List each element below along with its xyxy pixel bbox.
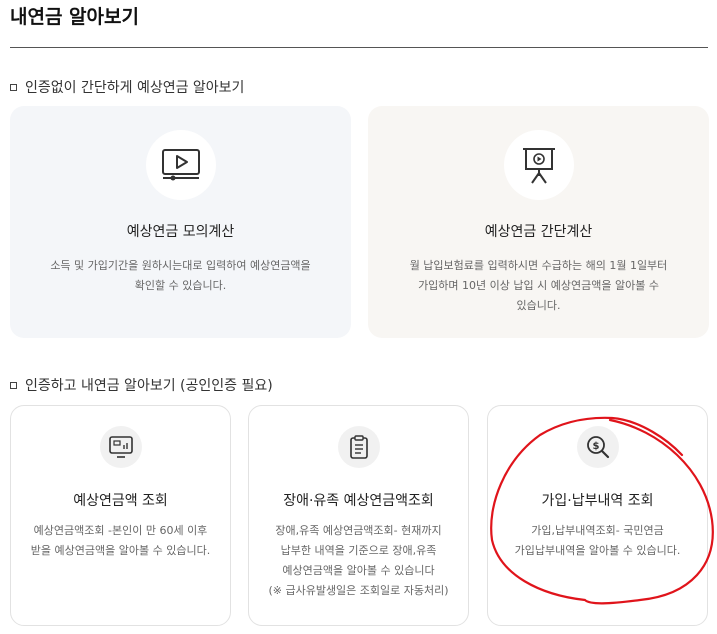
card-description: 가입,납부내역조회- 국민연금 가입납부내역을 알아볼 수 있습니다. xyxy=(514,524,681,557)
card-description: 소득 및 가입기간을 원하시는대로 입력하여 예상연금액을 확인할 수 있습니다… xyxy=(50,259,311,292)
card-title: 장애·유족 예상연금액조회 xyxy=(283,493,434,509)
section-heading-no-auth: 인증없이 간단하게 예상연금 알아보기 xyxy=(10,77,244,97)
video-play-icon xyxy=(146,130,216,200)
page-title: 내연금 알아보기 xyxy=(10,6,139,28)
svg-text:$: $ xyxy=(593,441,600,452)
card-title: 예상연금액 조회 xyxy=(73,493,168,509)
section-heading-with-auth: 인증하고 내연금 알아보기 (공인인증 필요) xyxy=(10,375,273,395)
card-title: 가입·납부내역 조회 xyxy=(541,493,654,509)
square-bullet-icon xyxy=(10,382,17,389)
clipboard-list-icon xyxy=(338,426,380,468)
monitor-chart-icon xyxy=(100,426,142,468)
title-divider xyxy=(10,47,708,48)
section-heading-label: 인증하고 내연금 알아보기 (공인인증 필요) xyxy=(25,378,273,394)
card-pension-simulation[interactable]: 예상연금 모의계산 소득 및 가입기간을 원하시는대로 입력하여 예상연금액을 … xyxy=(10,106,351,338)
square-bullet-icon xyxy=(10,84,17,91)
card-disability-survivor-inquiry[interactable]: 장애·유족 예상연금액조회 장애,유족 예상연금액조회- 현재까지 납부한 내역… xyxy=(248,405,469,626)
card-enrollment-payment-inquiry[interactable]: $ 가입·납부내역 조회 가입,납부내역조회- 국민연금 가입납부내역을 알아볼… xyxy=(487,405,708,626)
card-description: 장애,유족 예상연금액조회- 현재까지 납부한 내역을 기준으로 장애,유족 예… xyxy=(268,524,449,597)
card-pension-simple-calc[interactable]: 예상연금 간단계산 월 납입보험료를 입력하시면 수급하는 해의 1월 1일부터… xyxy=(368,106,709,338)
card-title: 예상연금 간단계산 xyxy=(484,224,593,240)
section-heading-label: 인증없이 간단하게 예상연금 알아보기 xyxy=(25,80,245,96)
card-description: 월 납입보험료를 입력하시면 수급하는 해의 1월 1일부터 가입하며 10년 … xyxy=(409,259,668,312)
card-expected-pension-inquiry[interactable]: 예상연금액 조회 예상연금액조회 -본인이 만 60세 이후 받을 예상연금액을… xyxy=(10,405,231,626)
dollar-search-icon: $ xyxy=(577,426,619,468)
card-title: 예상연금 모의계산 xyxy=(126,224,235,240)
card-description: 예상연금액조회 -본인이 만 60세 이후 받을 예상연금액을 알아볼 수 있습… xyxy=(30,524,211,557)
presentation-board-icon xyxy=(504,130,574,200)
